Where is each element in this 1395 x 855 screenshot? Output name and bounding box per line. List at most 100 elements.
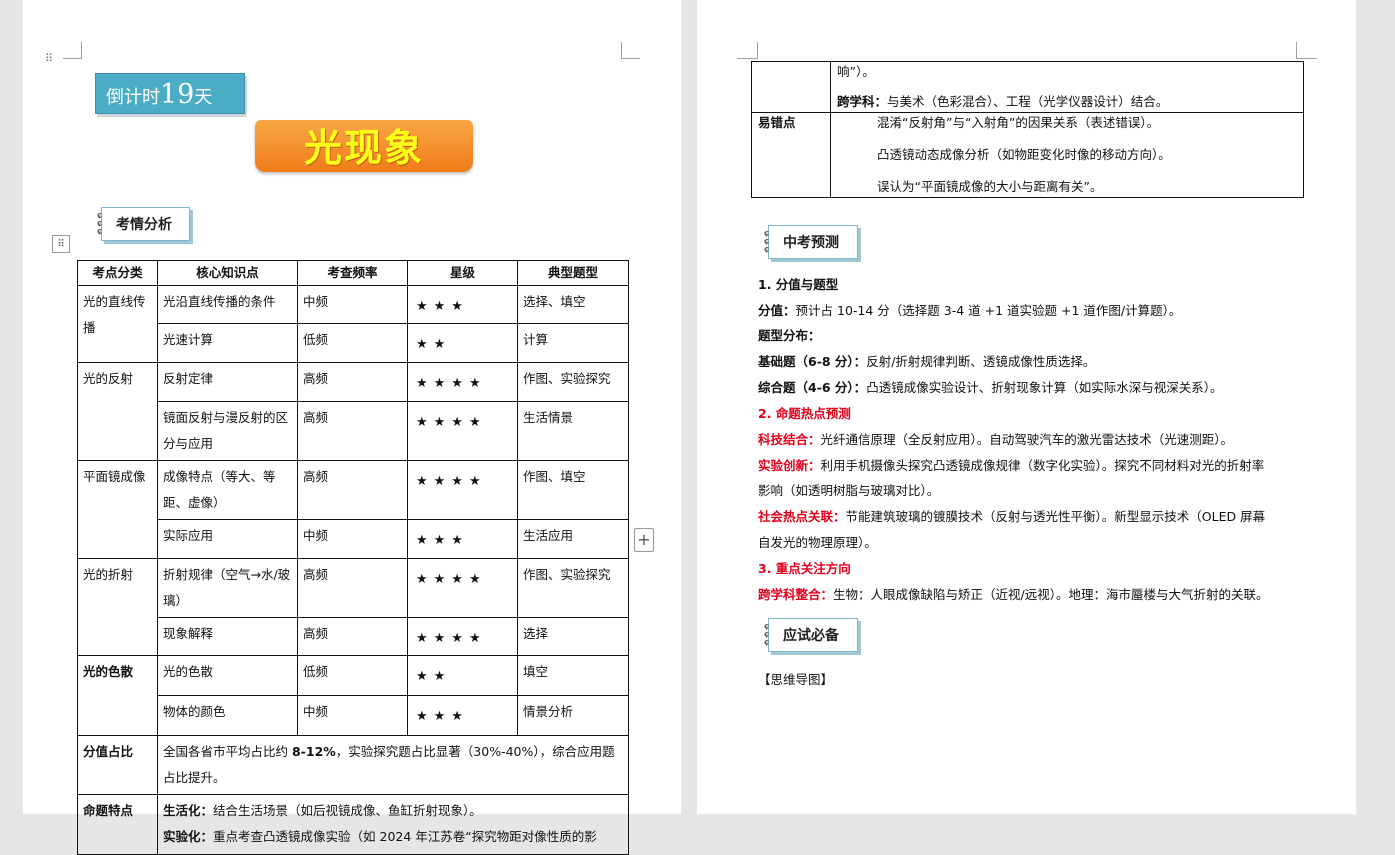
- feature-text: 重点考查凸透镜成像实验（如 2024 年江苏卷“探究物距对像性质的影: [213, 829, 597, 844]
- exp-label: 实验创新：: [758, 458, 821, 473]
- cross-line: 跨学科整合：生物：人眼成像缺陷与矫正（近视/远视）。地理：海市蜃楼与大气折射的关…: [758, 586, 1268, 604]
- tech-line: 科技结合：光纤通信原理（全反射应用）。自动驾驶汽车的激光雷达技术（光速测距）。: [758, 431, 1233, 449]
- basic-label: 基础题（6-8 分）：: [758, 354, 867, 369]
- category-cell: 平面镜成像: [77, 460, 158, 559]
- point-cell: 反射定律: [157, 362, 298, 402]
- type-cell: 选择: [517, 617, 629, 656]
- type-cell: 生活应用: [517, 519, 629, 559]
- table-row: 平面镜成像 成像特点（等大、等距、虚像） 高频 ★★★★ 作图、填空: [77, 460, 629, 559]
- star-cell: ★★★: [407, 519, 518, 559]
- dist-label: 题型分布：: [758, 328, 821, 343]
- category-cell: 光的色散: [77, 655, 158, 736]
- point-cell: 光速计算: [157, 323, 298, 363]
- binder-rings-icon: ɕɕɕ: [97, 211, 103, 237]
- feature-label: 生活化：: [163, 803, 214, 818]
- freq-cell: 高频: [297, 401, 408, 461]
- add-row-button[interactable]: +: [634, 528, 654, 552]
- feature-text: 结合生活场景（如后视镜成像、鱼缸折射现象）。: [213, 803, 482, 818]
- binder-rings-icon: ɕɕɕ: [764, 229, 770, 255]
- exam-analysis-table: 考点分类 核心知识点 考查频率 星级 典型题型 光的直线传播 光沿直线传播的条件…: [77, 260, 629, 855]
- table-row: 光的折射 折射规律（空气→水/玻璃） 高频 ★★★★ 作图、实验探究: [77, 558, 629, 656]
- table-row: 物体的颜色 中频 ★★★ 情景分析: [78, 695, 629, 736]
- section-title: 考情分析: [116, 217, 172, 233]
- exp-line-2: 影响（如透明树脂与玻璃对比）。: [758, 483, 940, 498]
- star-cell: ★★: [407, 323, 518, 363]
- exp-text: 利用手机摄像头探究凸透镜成像规律（数字化实验）。探究不同材料对光的折射率: [820, 458, 1265, 473]
- table-row: 镜面反射与漫反射的区分与应用 高频 ★★★★ 生活情景: [78, 401, 629, 461]
- category-cell: 光的折射: [77, 558, 158, 656]
- feature-line: 实验化：重点考查凸透镜成像实验（如 2024 年江苏卷“探究物距对像性质的影: [163, 824, 623, 850]
- social-line: 社会热点关联：节能建筑玻璃的镀膜技术（反射与透光性平衡）。新型显示技术（OLED…: [758, 508, 1265, 526]
- freq-cell: 低频: [297, 655, 408, 696]
- table-row: 光的直线传播 光沿直线传播的条件 中频 ★★★ 选择、填空: [77, 285, 629, 363]
- feature-text-cell: 生活化：结合生活场景（如后视镜成像、鱼缸折射现象）。 实验化：重点考查凸透镜成像…: [157, 794, 629, 855]
- type-cell: 作图、实验探究: [517, 558, 629, 618]
- tech-text: 光纤通信原理（全反射应用）。自动驾驶汽车的激光雷达技术（光速测距）。: [820, 432, 1234, 447]
- score-text: 全国各省市平均占比约: [163, 744, 292, 759]
- comp-label: 综合题（4-6 分）：: [758, 380, 867, 395]
- section-title: 应试必备: [783, 628, 839, 644]
- tech-label: 科技结合：: [758, 432, 821, 447]
- basic-text: 反射/折射规律判断、透镜成像性质选择。: [866, 354, 1096, 369]
- type-cell: 填空: [517, 655, 629, 696]
- star-rating: ★★★★: [416, 376, 487, 391]
- error-item: 凸透镜动态成像分析（如物距变化时像的移动方向）。: [877, 147, 1171, 162]
- countdown-prefix: 倒计时: [106, 87, 160, 108]
- table-move-icon[interactable]: ⠿: [52, 235, 70, 253]
- table-row: 现象解释 高频 ★★★★ 选择: [78, 617, 629, 656]
- section-tag-exam-analysis: ɕɕɕ 考情分析: [97, 207, 190, 241]
- cross-label: 跨学科：: [837, 94, 888, 109]
- social-line-2: 自发光的物理原理）。: [758, 535, 877, 550]
- type-cell: 生活情景: [517, 401, 629, 461]
- heading-score-types: 1. 分值与题型: [758, 277, 839, 292]
- star-rating: ★★★: [416, 533, 469, 548]
- error-list-cell: 混淆“反射角”与“入射角”的因果关系（表述错误）。 凸透镜动态成像分析（如物距变…: [830, 112, 1304, 198]
- cross-line: 跨学科：与美术（色彩混合）、工程（光学仪器设计）结合。: [837, 94, 1297, 110]
- point-cell: 实际应用: [157, 519, 298, 559]
- drag-handle-icon[interactable]: ⠿: [45, 53, 55, 69]
- star-cell: ★★★★: [407, 401, 518, 461]
- cross-text: 与美术（色彩混合）、工程（光学仪器设计）结合。: [887, 94, 1169, 109]
- error-item: 混淆“反射角”与“入射角”的因果关系（表述错误）。: [877, 115, 1160, 130]
- feature-label: 实验化：: [163, 829, 214, 844]
- star-rating: ★★: [416, 669, 452, 684]
- type-cell: 情景分析: [517, 695, 629, 736]
- countdown-number: 19: [160, 79, 195, 110]
- point-cell: 镜面反射与漫反射的区分与应用: [157, 401, 298, 461]
- type-cell: 选择、填空: [517, 285, 629, 324]
- exp-line: 实验创新：利用手机摄像头探究凸透镜成像规律（数字化实验）。探究不同材料对光的折射…: [758, 457, 1264, 475]
- countdown-suffix: 天: [194, 87, 213, 108]
- score-label-cell: 分值占比: [77, 735, 158, 795]
- star-rating: ★★★★: [416, 415, 487, 430]
- star-cell: ★★★: [407, 695, 518, 736]
- header-cell: 星级: [407, 260, 518, 286]
- point-cell: 物体的颜色: [157, 695, 298, 736]
- crop-mark: [63, 42, 82, 59]
- binder-rings-icon: ɕɕɕ: [764, 622, 770, 648]
- star-cell: ★★★★: [407, 362, 518, 402]
- cross-label: 跨学科整合：: [758, 587, 834, 602]
- section-tag-must-prepare: ɕɕɕ 应试必备: [764, 618, 858, 652]
- star-cell: ★★: [407, 655, 518, 696]
- star-cell: ★★★★: [407, 617, 518, 656]
- category-cell: 光的直线传播: [77, 285, 158, 363]
- heading-focus: 3. 重点关注方向: [758, 561, 851, 576]
- point-cell: 光的色散: [157, 655, 298, 696]
- header-cell: 核心知识点: [157, 260, 298, 286]
- type-cell: 作图、填空: [517, 460, 629, 520]
- score-highlight: 8-12%: [291, 744, 336, 759]
- comp-text: 凸透镜成像实验设计、折射现象计算（如实际水深与视深关系）。: [866, 380, 1223, 395]
- heading-hotspot: 2. 命题热点预测: [758, 406, 851, 421]
- text-cell: 响”）。 跨学科：与美术（色彩混合）、工程（光学仪器设计）结合。: [830, 61, 1304, 113]
- type-cell: 计算: [517, 323, 629, 363]
- star-rating: ★★★★: [416, 474, 487, 489]
- crop-mark: [1296, 42, 1317, 59]
- point-cell: 光沿直线传播的条件: [157, 285, 298, 324]
- social-label: 社会热点关联：: [758, 509, 846, 524]
- score-line: 分值：预计占 10-14 分（选择题 3-4 道 +1 道实验题 +1 道作图/…: [758, 302, 1181, 320]
- comp-line: 综合题（4-6 分）：凸透镜成像实验设计、折射现象计算（如实际水深与视深关系）。: [758, 379, 1222, 397]
- table-row: 实际应用 中频 ★★★ 生活应用: [78, 519, 629, 559]
- category-cell: 光的反射: [77, 362, 158, 461]
- table-row: 易错点 混淆“反射角”与“入射角”的因果关系（表述错误）。 凸透镜动态成像分析（…: [751, 112, 1304, 198]
- table-row: 响”）。 跨学科：与美术（色彩混合）、工程（光学仪器设计）结合。: [751, 61, 1304, 113]
